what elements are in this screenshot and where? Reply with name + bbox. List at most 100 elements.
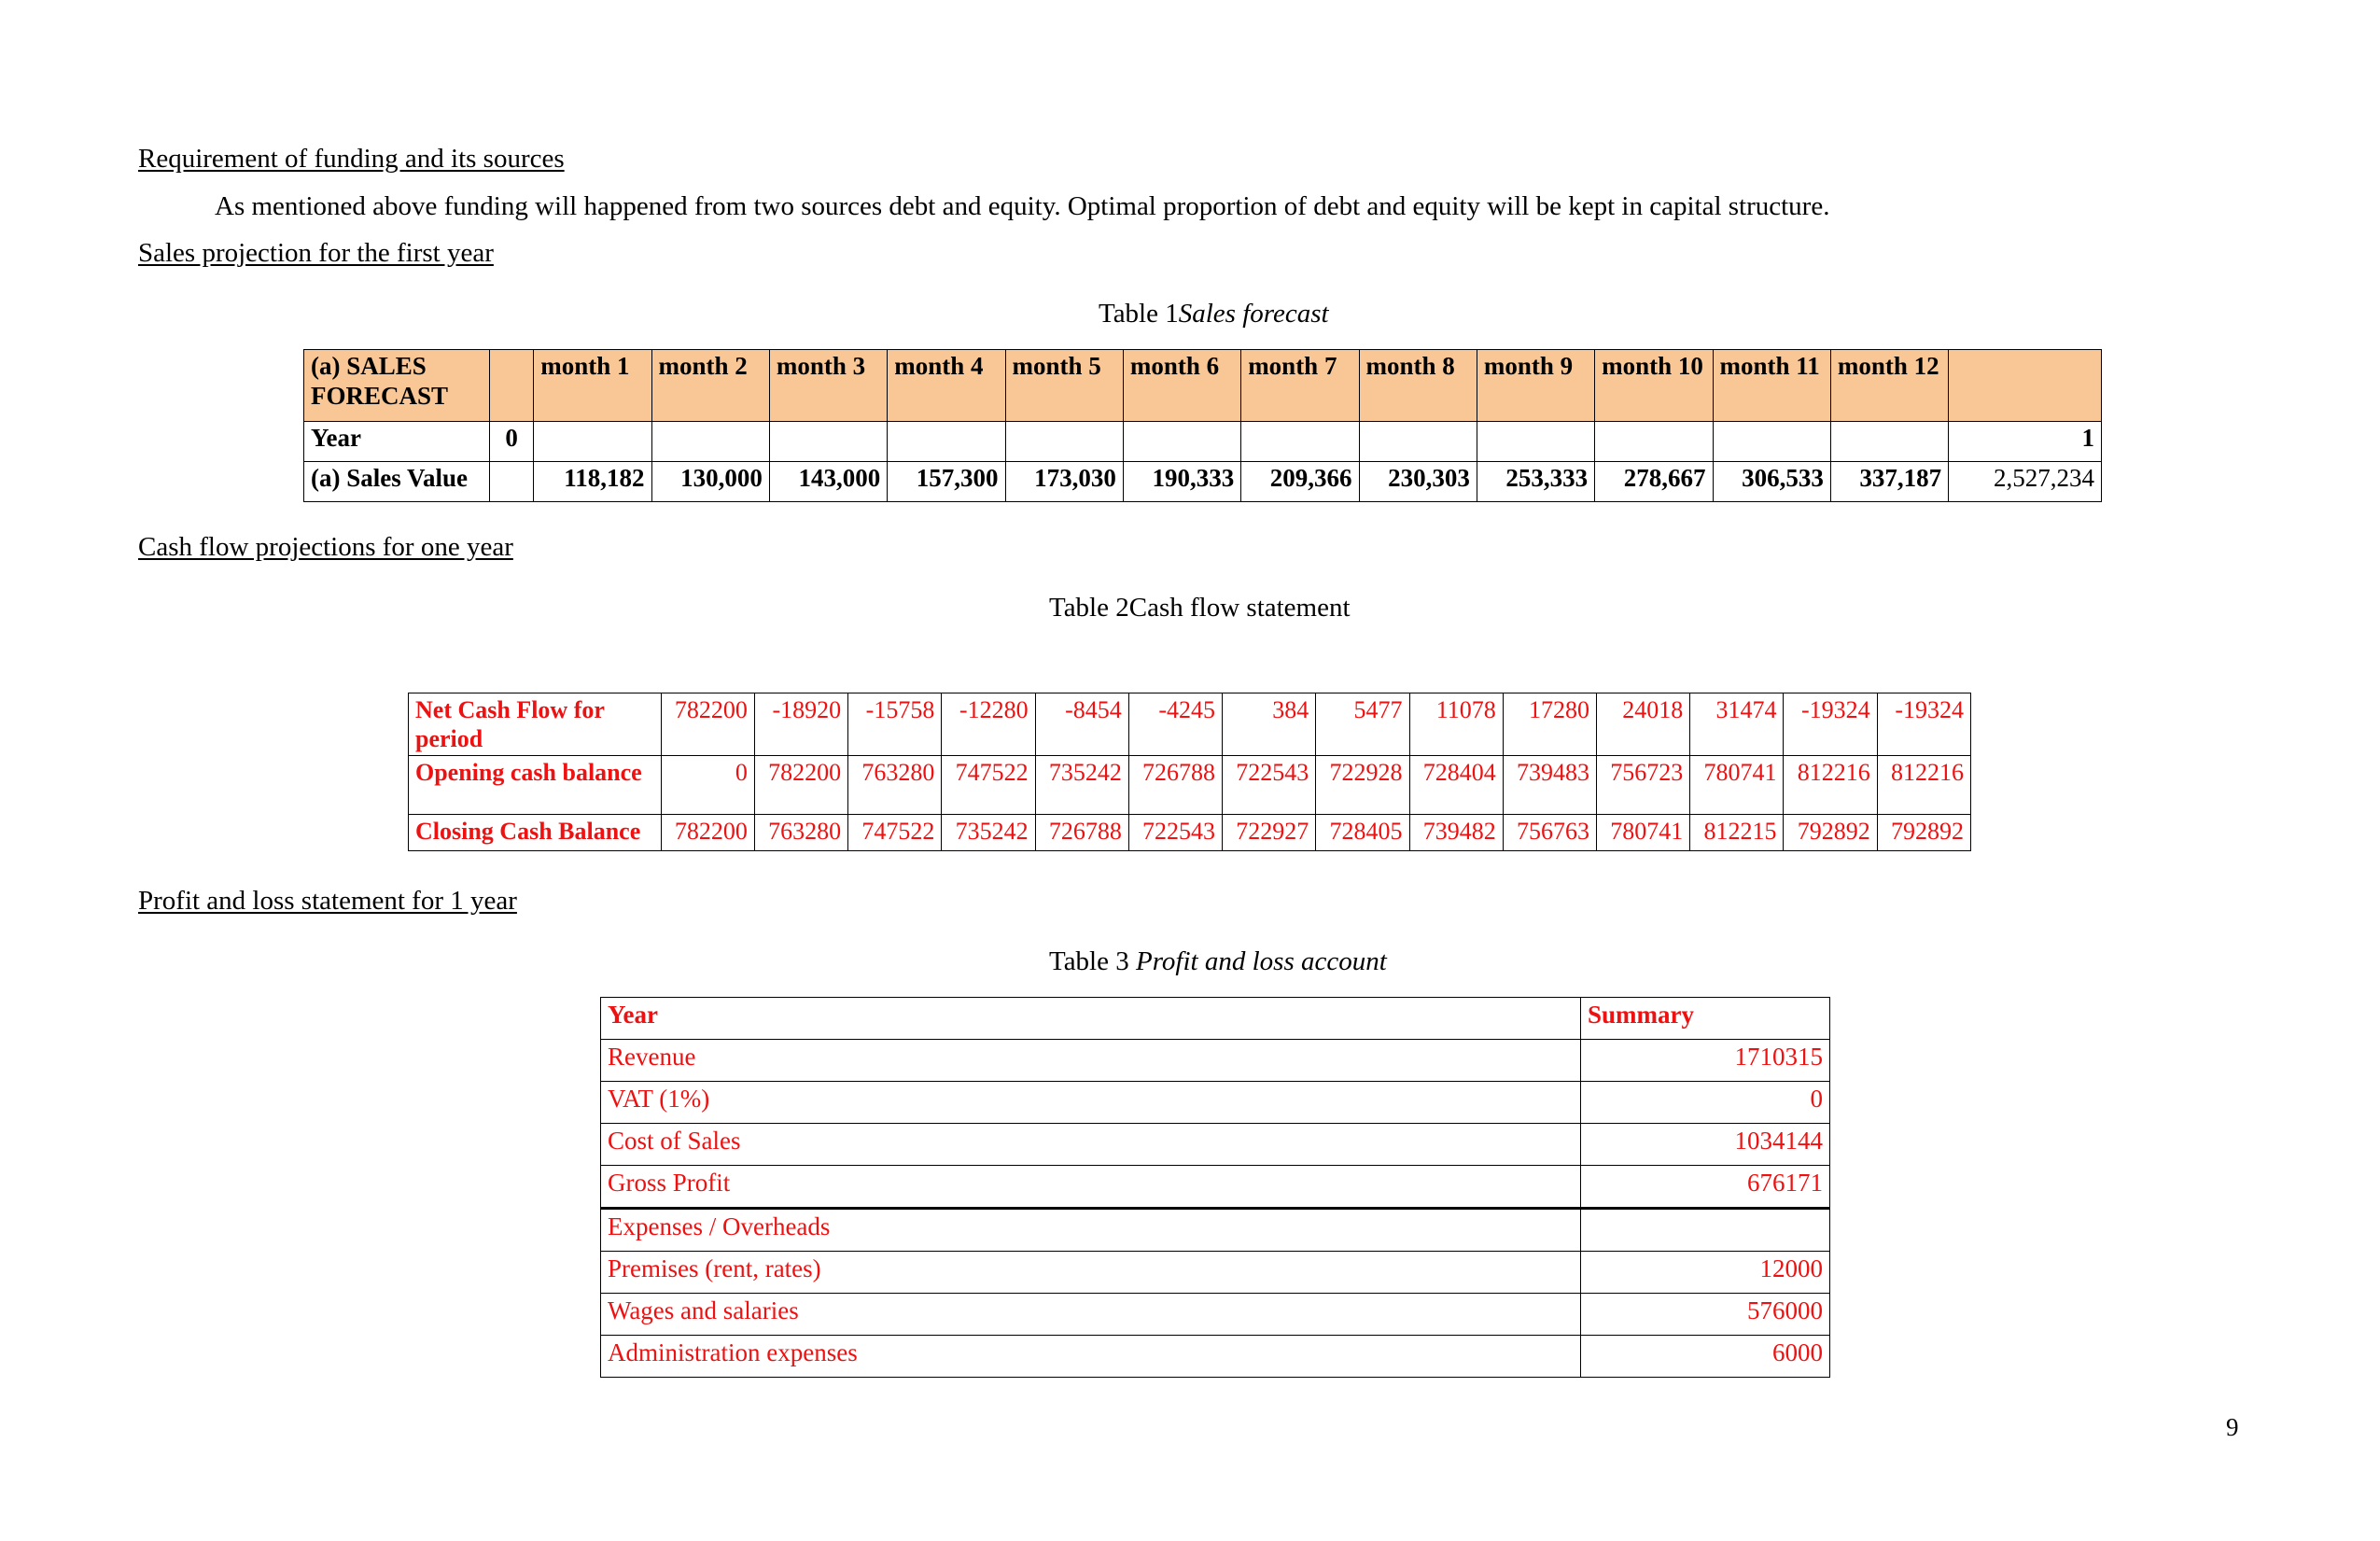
table-row-revenue: Revenue 1710315 <box>600 1039 1830 1082</box>
cell-ocb-12: 812216 <box>1783 755 1878 816</box>
cell-ocb-11: 780741 <box>1689 755 1785 816</box>
cell-ocb-3: 747522 <box>941 755 1036 816</box>
cell-ncf-9: 17280 <box>1502 692 1597 757</box>
row-label-year: Year <box>302 421 491 462</box>
pl-header-year: Year <box>600 997 1581 1040</box>
cell-ccb-9: 756763 <box>1502 814 1597 852</box>
cell-year-m1 <box>533 421 652 462</box>
table-header-month-3: month 3 <box>768 349 889 422</box>
cell-year-m2 <box>651 421 770 462</box>
table-header-month-10: month 10 <box>1594 349 1714 422</box>
cell-ccb-10: 780741 <box>1595 814 1691 852</box>
document-page: Requirement of funding and its sources A… <box>0 0 2380 1541</box>
cell-ncf-6: 384 <box>1222 692 1317 757</box>
cell-ncf-3: -12280 <box>941 692 1036 757</box>
pl-label-cost-of-sales: Cost of Sales <box>600 1123 1581 1166</box>
cell-year-m6 <box>1122 421 1242 462</box>
cell-ccb-13: 792892 <box>1876 814 1972 852</box>
cell-year-m9 <box>1476 421 1596 462</box>
table-header-month-7: month 7 <box>1240 349 1360 422</box>
cell-ccb-1: 763280 <box>753 814 849 852</box>
table-row-cost-of-sales: Cost of Sales 1034144 <box>600 1123 1830 1166</box>
cell-sales-m12: 337,187 <box>1829 461 1950 502</box>
cell-ncf-1: -18920 <box>753 692 849 757</box>
cell-ccb-3: 735242 <box>941 814 1036 852</box>
cell-sales-m3: 143,000 <box>768 461 889 502</box>
cell-ccb-5: 722543 <box>1127 814 1224 852</box>
cell-ncf-5: -4245 <box>1127 692 1224 757</box>
paragraph-funding-body: As mentioned above funding will happened… <box>215 191 1830 221</box>
table-row-wages-salaries: Wages and salaries 576000 <box>600 1293 1830 1336</box>
page-number: 9 <box>2226 1413 2239 1441</box>
table-row-year: Year 0 1 <box>302 421 2102 462</box>
row-year-sub: 0 <box>489 421 535 462</box>
cell-ocb-5: 726788 <box>1127 755 1224 816</box>
pl-label-expenses-overheads: Expenses / Overheads <box>600 1207 1581 1252</box>
table-1-caption-prefix: Table 1 <box>1099 299 1179 329</box>
cell-ncf-7: 5477 <box>1315 692 1410 757</box>
cell-year-m7 <box>1240 421 1360 462</box>
table-header-sales-forecast: (a) SALES FORECAST <box>302 349 491 422</box>
table-1-caption: Table 1Sales forecast <box>1099 297 1329 330</box>
cell-year-m12 <box>1829 421 1950 462</box>
cell-ccb-8: 739482 <box>1408 814 1504 852</box>
pl-value-vat: 0 <box>1580 1081 1830 1124</box>
pl-value-wages-salaries: 576000 <box>1580 1293 1830 1336</box>
cell-ncf-8: 11078 <box>1408 692 1504 757</box>
table-header-month-9: month 9 <box>1476 349 1596 422</box>
cell-ocb-10: 756723 <box>1595 755 1691 816</box>
cell-ccb-2: 747522 <box>847 814 943 852</box>
row-sales-value-sub <box>489 461 535 502</box>
table-row-net-cash-flow: Net Cash Flow for period 782200 -18920 -… <box>408 692 1972 757</box>
table-cash-flow: Net Cash Flow for period 782200 -18920 -… <box>408 692 1972 852</box>
pl-value-cost-of-sales: 1034144 <box>1580 1123 1830 1166</box>
table-2-caption-title: Cash flow statement <box>1128 593 1351 623</box>
pl-label-revenue: Revenue <box>600 1039 1581 1082</box>
table-3-caption-prefix: Table 3 <box>1049 946 1136 976</box>
cell-year-m5 <box>1004 421 1124 462</box>
cell-ocb-13: 812216 <box>1876 755 1972 816</box>
section-heading-sales-projection: Sales projection for the first year <box>138 238 494 268</box>
cell-sales-m8: 230,303 <box>1358 461 1477 502</box>
header-label-line1: (a) SALES <box>311 352 427 380</box>
cell-ocb-4: 735242 <box>1034 755 1129 816</box>
table-row-sales-value: (a) Sales Value 118,182 130,000 143,000 … <box>302 461 2102 502</box>
table-header-month-1: month 1 <box>533 349 652 422</box>
cell-ocb-2: 763280 <box>847 755 943 816</box>
cell-ocb-6: 722543 <box>1222 755 1317 816</box>
cell-sales-m1: 118,182 <box>533 461 652 502</box>
table-profit-loss: Year Summary Revenue 1710315 VAT (1%) 0 … <box>600 997 1830 1378</box>
cell-sales-m2: 130,000 <box>651 461 770 502</box>
row-label-opening-cash-balance: Opening cash balance <box>408 755 662 816</box>
cell-ocb-9: 739483 <box>1502 755 1597 816</box>
table-row-premises: Premises (rent, rates) 12000 <box>600 1251 1830 1294</box>
section-heading-cash-flow: Cash flow projections for one year <box>138 532 513 562</box>
table-2-caption: Table 2Cash flow statement <box>1049 591 1351 624</box>
cell-sales-m5: 173,030 <box>1004 461 1124 502</box>
table-header-month-12: month 12 <box>1829 349 1950 422</box>
cell-ccb-7: 728405 <box>1315 814 1410 852</box>
pl-label-premises: Premises (rent, rates) <box>600 1251 1581 1294</box>
cell-ccb-0: 782200 <box>660 814 755 852</box>
header-label-line2: FORECAST <box>311 381 449 410</box>
section-heading-funding: Requirement of funding and its sources <box>138 144 565 174</box>
table-row-header: (a) SALES FORECAST month 1 month 2 month… <box>302 349 2102 422</box>
cell-sales-m11: 306,533 <box>1712 461 1831 502</box>
cell-ccb-12: 792892 <box>1783 814 1878 852</box>
table-row-gross-profit: Gross Profit 676171 <box>600 1165 1830 1209</box>
cell-ccb-11: 812215 <box>1689 814 1785 852</box>
cell-sales-m10: 278,667 <box>1594 461 1714 502</box>
cell-ncf-11: 31474 <box>1689 692 1785 757</box>
cell-year-m3 <box>768 421 889 462</box>
cell-ncf-2: -15758 <box>847 692 943 757</box>
section-heading-profit-loss: Profit and loss statement for 1 year <box>138 886 517 916</box>
cell-ccb-4: 726788 <box>1034 814 1129 852</box>
table-3-caption: Table 3 Profit and loss account <box>1049 945 1387 978</box>
cell-ocb-8: 728404 <box>1408 755 1504 816</box>
table-1-caption-title: Sales forecast <box>1178 299 1329 329</box>
pl-label-administration-expenses: Administration expenses <box>600 1335 1581 1378</box>
table-header-total <box>1948 349 2102 422</box>
cell-ncf-13: -19324 <box>1876 692 1972 757</box>
table-header-month-8: month 8 <box>1358 349 1477 422</box>
table-row-header: Year Summary <box>600 997 1830 1040</box>
